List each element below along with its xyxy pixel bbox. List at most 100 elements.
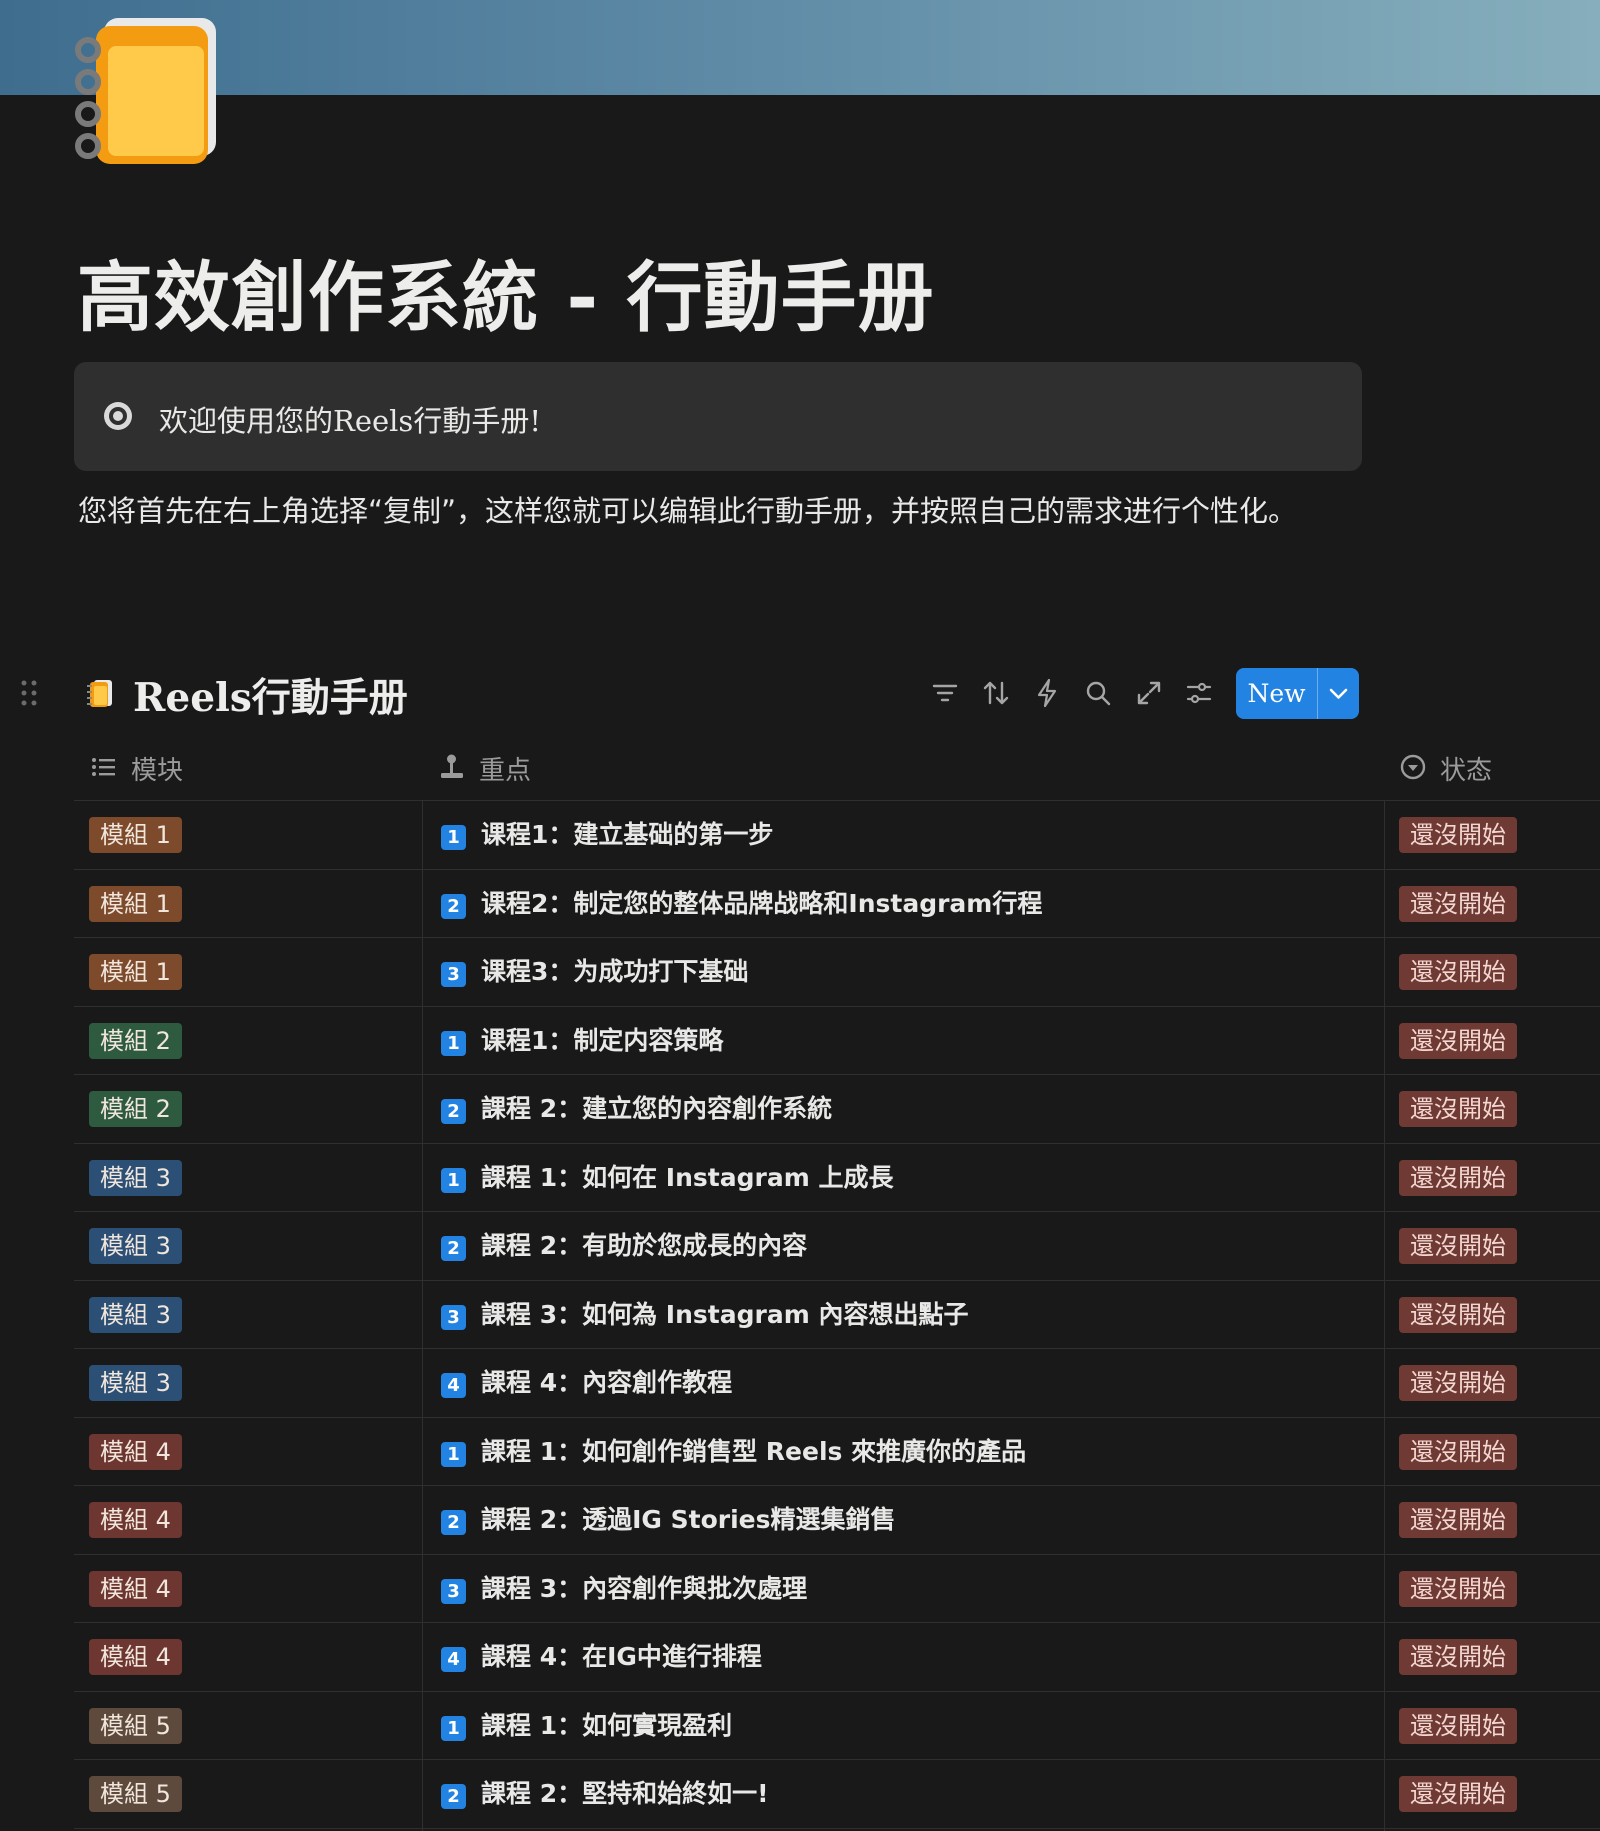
table-row[interactable]: 模組 1 2 课程2：制定您的整体品牌战略和Instagram行程 還沒開始 [74, 870, 1600, 938]
new-button[interactable]: New [1236, 668, 1359, 719]
status-tag[interactable]: 還沒開始 [1399, 1433, 1517, 1470]
table-row[interactable]: 模組 5 2 課程 2：堅持和始終如一! 還沒開始 [74, 1760, 1600, 1829]
status-icon [1400, 754, 1426, 780]
module-tag[interactable]: 模組 3 [89, 1159, 182, 1196]
module-tag[interactable]: 模組 5 [89, 1707, 182, 1744]
status-tag[interactable]: 還沒開始 [1399, 1091, 1517, 1127]
table-row[interactable]: 模組 4 2 課程 2：透過IG Stories精選集銷售 還沒開始 [74, 1486, 1600, 1555]
status-tag[interactable]: 還沒開始 [1399, 954, 1517, 990]
search-icon[interactable] [1081, 676, 1115, 710]
database-rows: 模組 1 1 课程1：建立基础的第一步 還沒開始 模組 1 2 课程2：制定您的整体品牌战略… [0, 801, 1600, 1829]
module-tag[interactable]: 模組 5 [89, 1776, 182, 1812]
status-tag[interactable]: 還沒開始 [1399, 1296, 1517, 1333]
module-tag[interactable]: 模組 1 [89, 954, 182, 990]
module-tag[interactable]: 模組 3 [89, 1365, 182, 1401]
module-tag[interactable]: 模組 2 [89, 1091, 182, 1127]
module-tag[interactable]: 模組 4 [89, 1433, 182, 1470]
list-icon [92, 758, 115, 776]
target-icon [104, 402, 132, 430]
lesson-title[interactable]: 課程 2：建立您的內容創作系統 [481, 1091, 832, 1127]
column-label: 重点 [479, 756, 532, 786]
notebook-icon [87, 680, 112, 707]
status-tag[interactable]: 還沒開始 [1399, 817, 1517, 853]
lesson-title[interactable]: 課程 1：如何實現盈利 [481, 1708, 732, 1744]
table-row[interactable]: 模組 4 1 課程 1：如何創作銷售型 Reels 來推廣你的產品 還沒開始 [74, 1418, 1600, 1486]
number-icon: 2 [441, 893, 466, 919]
number-icon: 1 [441, 825, 466, 850]
number-icon: 2 [441, 1099, 466, 1124]
status-tag[interactable]: 還沒開始 [1399, 1502, 1517, 1538]
lesson-title[interactable]: 課程 1：如何創作銷售型 Reels 來推廣你的產品 [481, 1434, 1026, 1470]
module-tag[interactable]: 模組 4 [89, 1570, 182, 1607]
filter-icon[interactable] [928, 676, 962, 710]
drag-handle-icon[interactable] [18, 678, 40, 708]
sort-icon[interactable] [979, 676, 1013, 710]
status-tag[interactable]: 還沒開始 [1399, 1639, 1517, 1675]
lesson-title[interactable]: 課程 1：如何在 Instagram 上成長 [481, 1160, 893, 1196]
lesson-title[interactable]: 課程 4：內容創作教程 [481, 1365, 732, 1401]
joystick-icon [441, 754, 463, 778]
module-tag[interactable]: 模組 4 [89, 1639, 182, 1675]
module-tag[interactable]: 模組 4 [89, 1502, 182, 1538]
table-row[interactable]: 模組 3 1 課程 1：如何在 Instagram 上成長 還沒開始 [74, 1144, 1600, 1212]
automation-icon[interactable] [1030, 676, 1064, 710]
lesson-title[interactable]: 课程1：建立基础的第一步 [481, 817, 773, 853]
lesson-title[interactable]: 课程2：制定您的整体品牌战略和Instagram行程 [481, 886, 1042, 922]
table-row[interactable]: 模組 3 4 課程 4：內容創作教程 還沒開始 [74, 1349, 1600, 1418]
number-icon: 1 [441, 1715, 466, 1741]
callout-block[interactable]: 欢迎使用您的Reels行動手册! [74, 362, 1362, 471]
table-row[interactable]: 模組 2 2 課程 2：建立您的內容創作系統 還沒開始 [74, 1075, 1600, 1144]
cover-image[interactable] [0, 0, 1600, 95]
status-tag[interactable]: 還沒開始 [1399, 1228, 1517, 1264]
status-tag[interactable]: 還沒開始 [1399, 1365, 1517, 1401]
number-icon: 3 [441, 1578, 466, 1604]
status-tag[interactable]: 還沒開始 [1399, 1570, 1517, 1607]
column-label: 模块 [131, 756, 184, 786]
chevron-down-icon[interactable] [1318, 668, 1359, 719]
new-button-label[interactable]: New [1236, 668, 1317, 719]
lesson-title[interactable]: 课程1：制定内容策略 [481, 1023, 723, 1059]
database-title[interactable]: Reels行動手册 [133, 667, 408, 723]
number-icon: 2 [441, 1510, 466, 1535]
table-row[interactable]: 模組 1 1 课程1：建立基础的第一步 還沒開始 [74, 801, 1600, 870]
lesson-title[interactable]: 課程 2：透過IG Stories精選集銷售 [481, 1502, 896, 1538]
expand-icon[interactable] [1132, 676, 1166, 710]
column-label: 状态 [1440, 756, 1493, 786]
lesson-title[interactable]: 課程 3：如何為 Instagram 內容想出點子 [481, 1297, 968, 1333]
status-tag[interactable]: 還沒開始 [1399, 885, 1517, 922]
number-icon: 4 [441, 1647, 466, 1672]
page-title[interactable]: 高效創作系統 - 行動手册 [77, 236, 934, 346]
table-row[interactable]: 模組 1 3 课程3：为成功打下基础 還沒開始 [74, 938, 1600, 1007]
table-row[interactable]: 模組 4 4 課程 4：在IG中進行排程 還沒開始 [74, 1623, 1600, 1692]
number-icon: 1 [441, 1167, 466, 1193]
status-tag[interactable]: 還沒開始 [1399, 1776, 1517, 1812]
module-tag[interactable]: 模組 2 [89, 1022, 182, 1059]
module-tag[interactable]: 模組 3 [89, 1228, 182, 1264]
status-tag[interactable]: 還沒開始 [1399, 1022, 1517, 1059]
module-tag[interactable]: 模組 1 [89, 885, 182, 922]
number-icon: 3 [441, 1304, 466, 1330]
number-icon: 1 [441, 1030, 466, 1056]
status-tag[interactable]: 還沒開始 [1399, 1707, 1517, 1744]
number-icon: 2 [441, 1784, 466, 1809]
callout-text[interactable]: 欢迎使用您的Reels行動手册! [159, 398, 541, 440]
number-icon: 2 [441, 1236, 466, 1261]
lesson-title[interactable]: 課程 3：內容創作與批次處理 [481, 1571, 807, 1607]
lesson-title[interactable]: 課程 4：在IG中進行排程 [481, 1639, 762, 1675]
module-tag[interactable]: 模組 1 [89, 817, 182, 853]
spiral-notebook-icon[interactable] [74, 16, 224, 166]
table-row[interactable]: 模組 2 1 课程1：制定内容策略 還沒開始 [74, 1007, 1600, 1075]
table-row[interactable]: 模組 4 3 課程 3：內容創作與批次處理 還沒開始 [74, 1555, 1600, 1623]
lesson-title[interactable]: 課程 2：有助於您成長的內容 [481, 1228, 807, 1264]
table-row[interactable]: 模組 5 1 課程 1：如何實現盈利 還沒開始 [74, 1692, 1600, 1760]
number-icon: 1 [441, 1441, 466, 1467]
lesson-title[interactable]: 课程3：为成功打下基础 [481, 954, 748, 990]
settings-icon[interactable] [1182, 676, 1216, 710]
module-tag[interactable]: 模組 3 [89, 1296, 182, 1333]
status-tag[interactable]: 還沒開始 [1399, 1159, 1517, 1196]
table-row[interactable]: 模組 3 3 課程 3：如何為 Instagram 內容想出點子 還沒開始 [74, 1281, 1600, 1349]
number-icon: 3 [441, 962, 466, 987]
table-row[interactable]: 模組 3 2 課程 2：有助於您成長的內容 還沒開始 [74, 1212, 1600, 1281]
intro-paragraph[interactable]: 您将首先在右上角选择“复制”，这样您就可以编辑此行動手册，并按照自己的需求进行个… [78, 486, 1348, 536]
lesson-title[interactable]: 課程 2：堅持和始終如一! [481, 1776, 769, 1812]
